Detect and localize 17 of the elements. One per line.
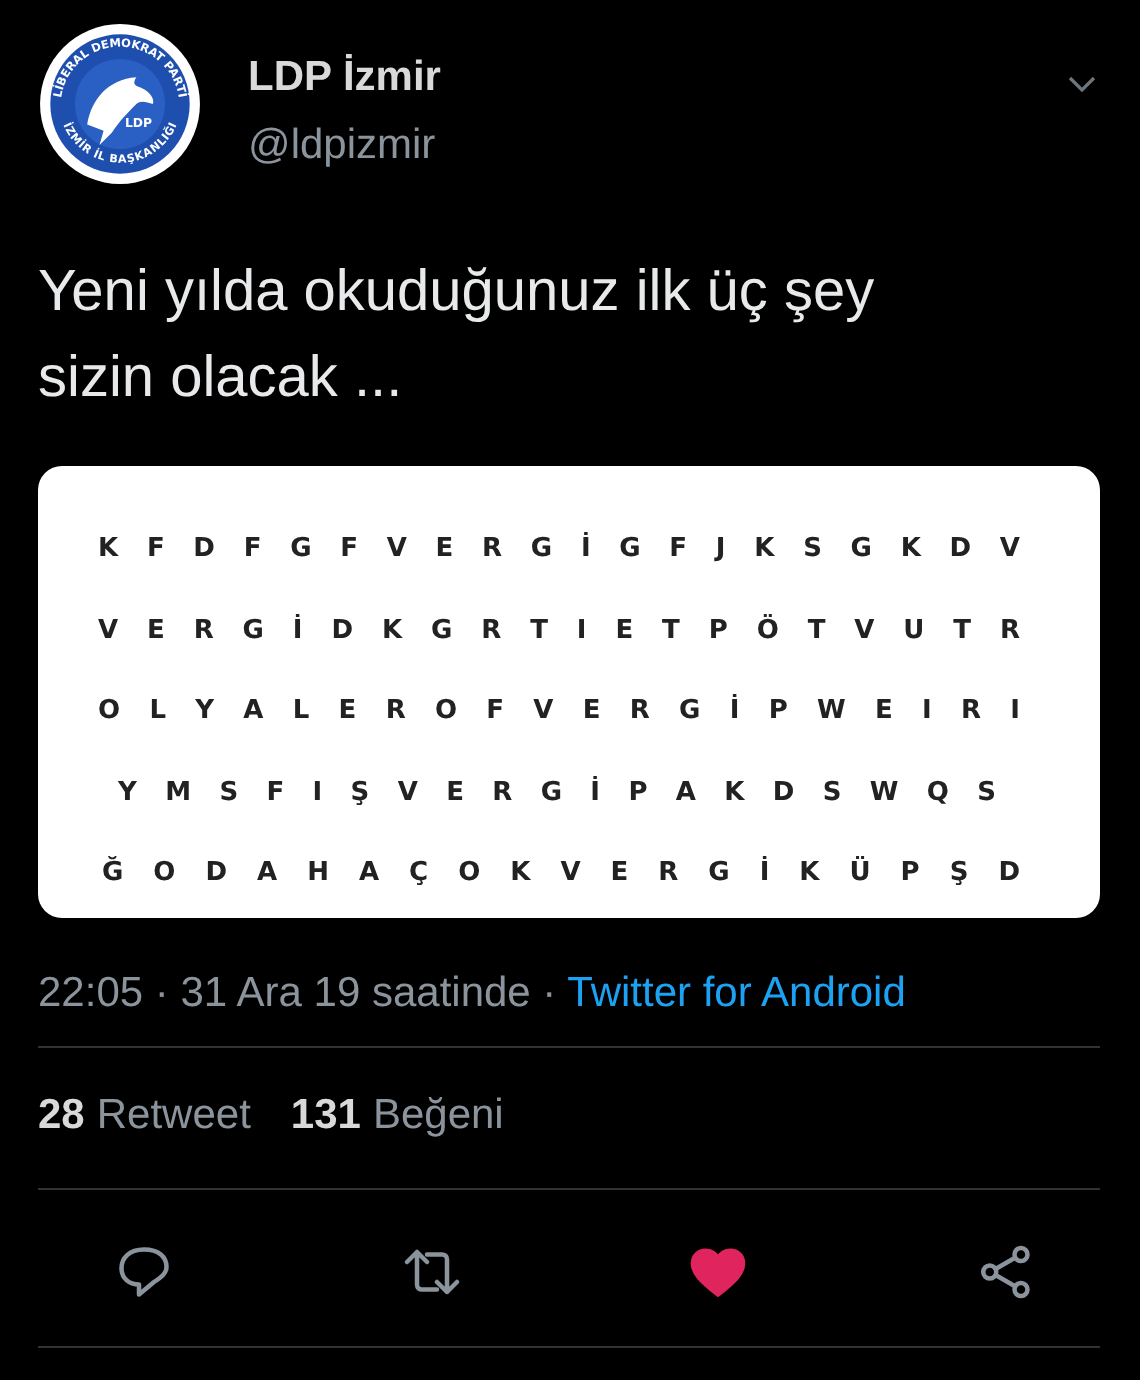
stat-count: 28 (38, 1092, 85, 1142)
letter-row-text: K F D F G F V E R G İ G F J K S G K D V (98, 530, 1020, 568)
author-name[interactable]: LDP İzmir (248, 54, 441, 102)
letter-row-text: Ğ O D A H A Ç O K V E R G İ K Ü P Ş D (100, 854, 1020, 892)
letter-row-text: V E R G İ D K G R T I E T P Ö T V U T R (98, 612, 1020, 649)
chevron-down-icon[interactable] (1068, 76, 1096, 92)
letter-row-text: O L Y A L E R O F V E R G İ P W E I R I (98, 692, 1020, 730)
stat-label: Retweet (96, 1092, 251, 1142)
source-link[interactable]: Twitter for Android (567, 970, 906, 1016)
share-icon[interactable] (975, 1242, 1036, 1302)
tweet-timestamp: 22:05 · 31 Ara 19 saatinde · (38, 970, 557, 1016)
tweet-text: Yeni yılda okuduğunuz ilk üç şey sizin olacak ... (38, 258, 877, 414)
letter-row-text: Y M S F I Ş V E R G İ P A K D S W Q S (116, 774, 998, 811)
author-handle[interactable]: @ldpizmir (248, 122, 441, 170)
stat-count: 131 (290, 1092, 361, 1142)
stat-label: Beğeni (372, 1092, 504, 1142)
reply-icon[interactable] (114, 1242, 174, 1302)
